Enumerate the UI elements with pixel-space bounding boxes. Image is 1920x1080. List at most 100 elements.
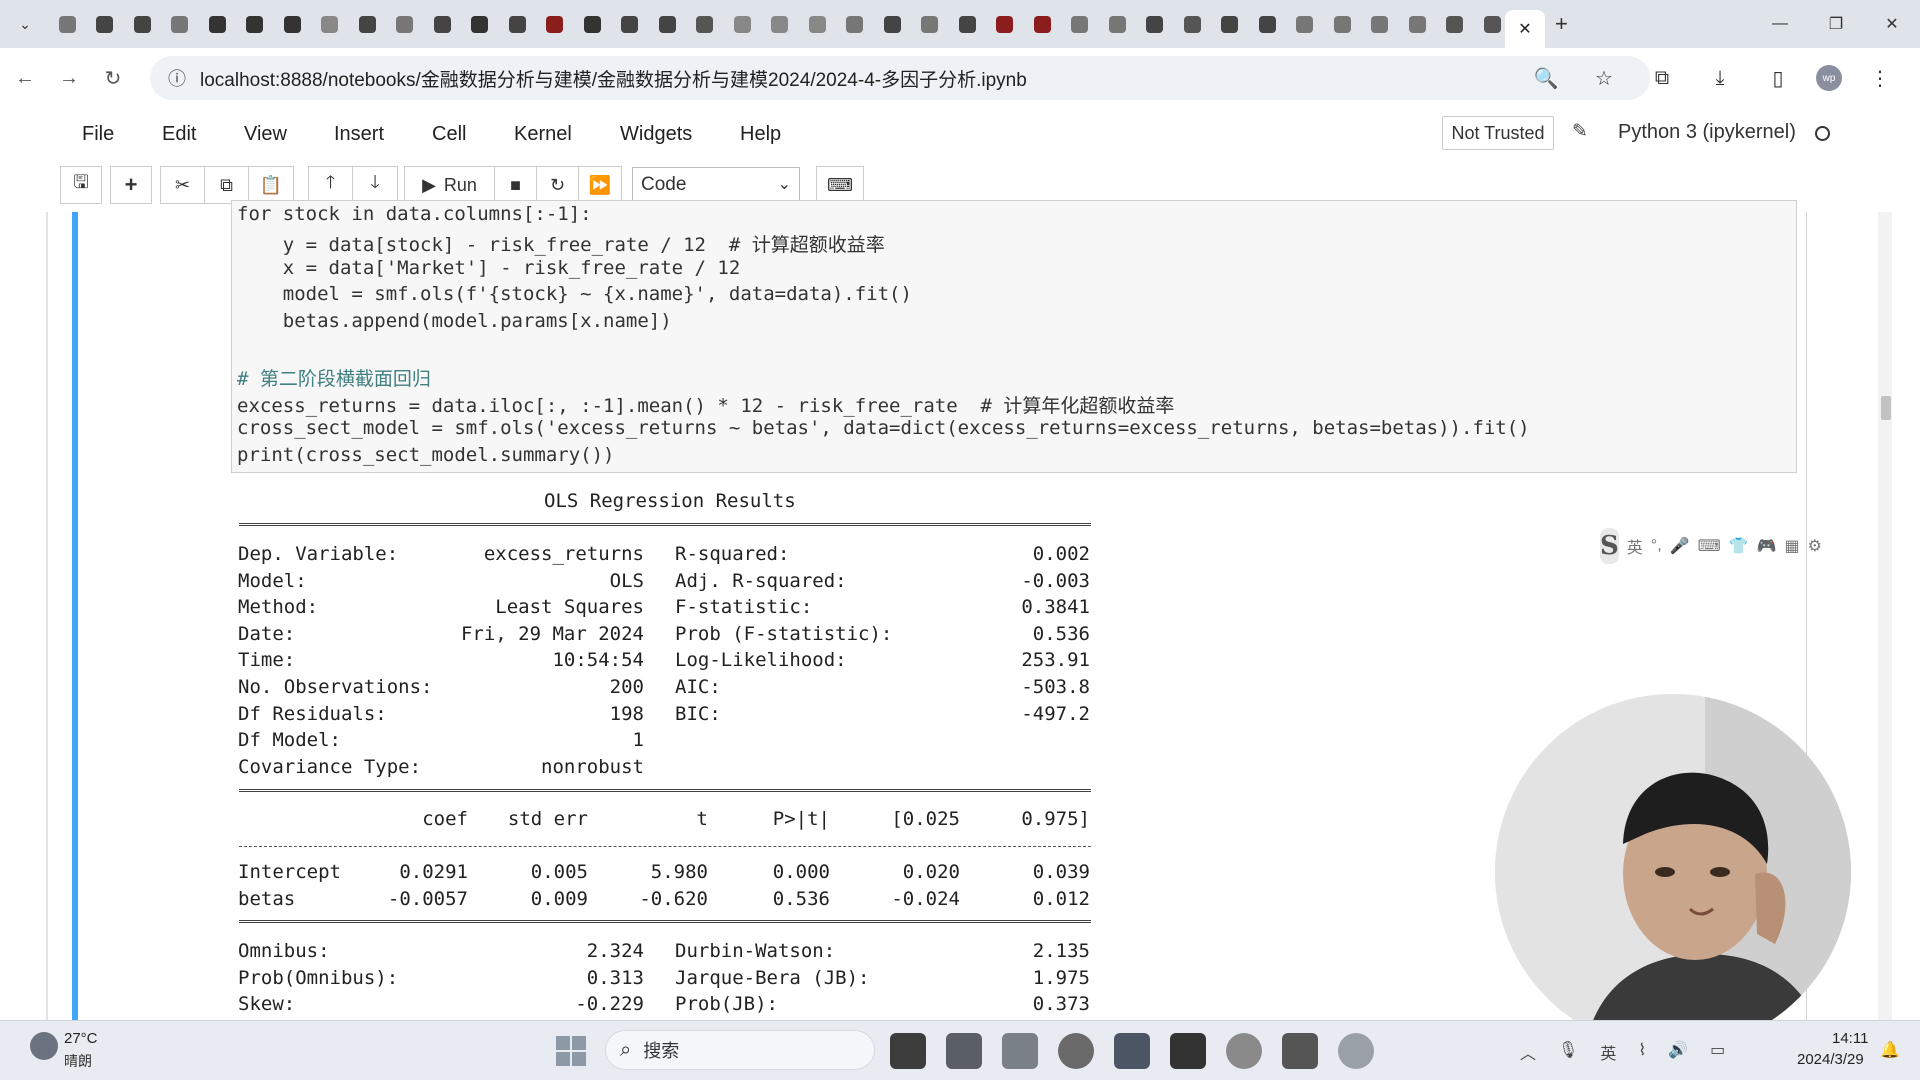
tab-favicon-icon[interactable]	[129, 11, 155, 37]
game-icon[interactable]: 🎮	[1757, 536, 1777, 556]
edit-pencil-icon[interactable]: ✎	[1572, 120, 1588, 143]
tab-favicon-icon[interactable]	[1142, 11, 1168, 37]
restart-icon[interactable]: ↻	[537, 167, 579, 203]
active-tab[interactable]: ✕	[1505, 10, 1545, 48]
move-down-icon[interactable]: 🡓	[353, 167, 397, 203]
bookmark-star-icon[interactable]: ☆	[1584, 56, 1624, 100]
app-icon[interactable]	[1114, 1033, 1150, 1069]
tab-favicon-icon[interactable]	[617, 11, 643, 37]
file-explorer-icon[interactable]	[1002, 1033, 1038, 1069]
terminal-icon[interactable]	[1170, 1033, 1206, 1069]
download-icon[interactable]: ⤓	[1700, 56, 1740, 100]
interrupt-icon[interactable]: ■	[495, 167, 537, 203]
weather-icon[interactable]	[30, 1032, 58, 1060]
new-tab-button[interactable]: +	[1555, 11, 1568, 37]
tab-favicon-icon[interactable]	[692, 11, 718, 37]
tab-favicon-icon[interactable]	[1067, 11, 1093, 37]
volume-icon[interactable]: 🔊	[1668, 1040, 1688, 1064]
tab-favicon-icon[interactable]	[1179, 11, 1205, 37]
wps-icon[interactable]	[1282, 1033, 1318, 1069]
tab-favicon-icon[interactable]	[654, 11, 680, 37]
tab-favicon-icon[interactable]	[429, 11, 455, 37]
tab-search-icon[interactable]: ⌄	[10, 9, 40, 39]
tab-favicon-icon[interactable]	[842, 11, 868, 37]
more-menu-icon[interactable]: ⋮	[1860, 56, 1900, 100]
tab-favicon-icon[interactable]	[54, 11, 80, 37]
menu-insert[interactable]: Insert	[334, 123, 384, 146]
keyboard-shortcuts-icon[interactable]: ⌨	[816, 166, 864, 204]
run-button[interactable]: ▶ Run	[405, 167, 495, 203]
tab-favicon-icon[interactable]	[542, 11, 568, 37]
tray-chevron-icon[interactable]: ︿	[1520, 1040, 1536, 1064]
sogou-logo-icon[interactable]: S	[1600, 528, 1619, 564]
tab-favicon-icon[interactable]	[317, 11, 343, 37]
start-menu-icon[interactable]	[556, 1036, 586, 1066]
battery-icon[interactable]: ▭	[1710, 1040, 1725, 1064]
forward-icon[interactable]: →	[50, 59, 88, 97]
kernel-name[interactable]: Python 3 (ipykernel)	[1618, 121, 1796, 144]
tab-favicon-icon[interactable]	[1329, 11, 1355, 37]
menu-kernel[interactable]: Kernel	[514, 123, 572, 146]
menu-view[interactable]: View	[244, 123, 287, 146]
tab-favicon-icon[interactable]	[579, 11, 605, 37]
not-trusted-button[interactable]: Not Trusted	[1442, 116, 1554, 150]
tab-favicon-icon[interactable]	[167, 11, 193, 37]
tab-favicon-icon[interactable]	[392, 11, 418, 37]
tab-favicon-icon[interactable]	[954, 11, 980, 37]
tray-ime-icon[interactable]: 英	[1600, 1040, 1616, 1064]
app-icon[interactable]	[1226, 1033, 1262, 1069]
zoom-icon[interactable]: 🔍	[1526, 56, 1566, 100]
back-icon[interactable]: ←	[6, 59, 44, 97]
site-info-icon[interactable]: ⓘ	[168, 65, 186, 91]
clock-date[interactable]: 2024/3/29	[1797, 1051, 1864, 1068]
tab-favicon-icon[interactable]	[1442, 11, 1468, 37]
tab-favicon-icon[interactable]	[467, 11, 493, 37]
tab-favicon-icon[interactable]	[1404, 11, 1430, 37]
chrome-icon[interactable]	[1058, 1033, 1094, 1069]
tab-favicon-icon[interactable]	[1029, 11, 1055, 37]
minimize-icon[interactable]: —	[1752, 0, 1808, 48]
menu-widgets[interactable]: Widgets	[620, 123, 692, 146]
taskbar-search[interactable]: ⌕ 搜索	[605, 1030, 875, 1070]
punctuation-icon[interactable]: °,	[1651, 537, 1662, 555]
restore-icon[interactable]: ❐	[1808, 0, 1864, 48]
save-icon[interactable]: 🖫	[60, 166, 102, 204]
tab-favicon-icon[interactable]	[1367, 11, 1393, 37]
close-tab-icon[interactable]: ✕	[1518, 19, 1531, 39]
weather-temperature[interactable]: 27°C	[64, 1030, 98, 1047]
clock-time[interactable]: 14:11	[1832, 1030, 1868, 1047]
tab-favicon-icon[interactable]	[1104, 11, 1130, 37]
reload-icon[interactable]: ↻	[94, 59, 132, 97]
ime-language[interactable]: 英	[1627, 534, 1643, 558]
tab-favicon-icon[interactable]	[1292, 11, 1318, 37]
tab-favicon-icon[interactable]	[992, 11, 1018, 37]
skin-icon[interactable]: 👕	[1729, 536, 1749, 556]
tray-network-icon[interactable]: ⌇	[1638, 1040, 1646, 1064]
app-icon[interactable]	[946, 1033, 982, 1069]
tab-favicon-icon[interactable]	[204, 11, 230, 37]
sidebar-icon[interactable]: ▯	[1758, 56, 1798, 100]
paste-icon[interactable]: 📋	[249, 167, 293, 203]
url-input[interactable]: ⓘ localhost:8888/notebooks/金融数据分析与建模/金融数…	[150, 56, 1650, 100]
apps-grid-icon[interactable]: ▦	[1785, 536, 1800, 556]
notification-icon[interactable]: 🔔	[1880, 1040, 1900, 1060]
tab-favicon-icon[interactable]	[917, 11, 943, 37]
tab-favicon-icon[interactable]	[354, 11, 380, 37]
copy-icon[interactable]: ⧉	[205, 167, 249, 203]
tab-favicon-icon[interactable]	[1217, 11, 1243, 37]
tab-favicon-icon[interactable]	[1479, 11, 1505, 37]
tab-favicon-icon[interactable]	[242, 11, 268, 37]
menu-file[interactable]: File	[82, 123, 114, 146]
tab-favicon-icon[interactable]	[767, 11, 793, 37]
page-scrollbar[interactable]	[1878, 212, 1892, 1020]
tab-favicon-icon[interactable]	[279, 11, 305, 37]
microphone-icon[interactable]: 🎤	[1670, 536, 1690, 556]
menu-cell[interactable]: Cell	[432, 123, 466, 146]
tab-favicon-icon[interactable]	[804, 11, 830, 37]
tab-favicon-icon[interactable]	[504, 11, 530, 37]
ime-toolbar[interactable]: S 英 °, 🎤 ⌨ 👕 🎮 ▦ ⚙	[1600, 526, 1822, 566]
tray-mic-icon[interactable]: 🎙	[1558, 1040, 1578, 1064]
move-up-icon[interactable]: 🡑	[309, 167, 353, 203]
profile-avatar[interactable]: wp	[1816, 65, 1842, 91]
page-scrollbar-thumb[interactable]	[1881, 396, 1891, 420]
